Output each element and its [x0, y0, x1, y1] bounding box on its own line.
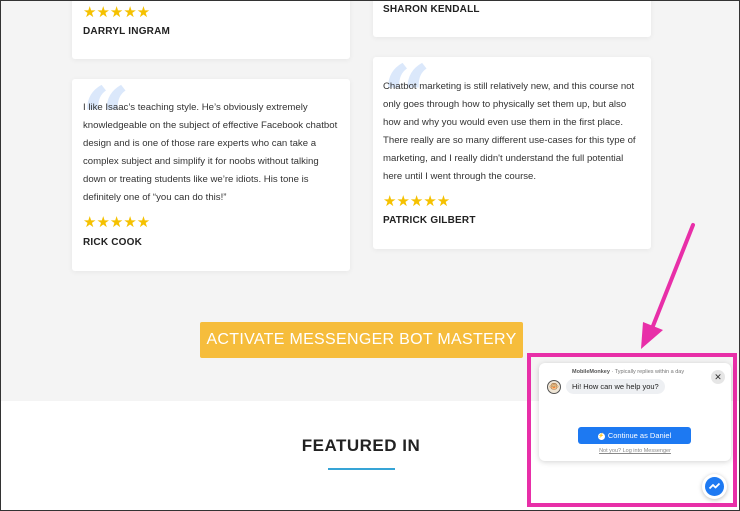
activate-bot-mastery-button[interactable]: ACTIVATE MESSENGER BOT MASTERY: [200, 322, 523, 358]
reply-time: · Typically replies within a day: [609, 369, 685, 375]
messenger-icon: ⚡: [597, 432, 605, 440]
messenger-launcher-button[interactable]: [702, 474, 727, 499]
log-into-messenger-link[interactable]: Not you? Log into Messenger: [539, 448, 731, 454]
greeting-bubble: Hi! How can we help you?: [566, 379, 665, 394]
page-name: MobileMonkey: [572, 369, 610, 375]
testimonial-card-rick: “ I like Isaac’s teaching style. He’s ob…: [72, 77, 350, 271]
continue-label: Continue as Daniel: [607, 431, 672, 440]
testimonial-text: Chatbot marketing is still relatively ne…: [383, 81, 636, 182]
star-rating: ★★★★★: [383, 193, 451, 210]
reviewer-name: SHARON KENDALL: [383, 4, 480, 15]
arrow-annotation: [641, 223, 695, 349]
avatar-icon: 🐵: [547, 380, 561, 394]
reviewer-name: DARRYL INGRAM: [83, 26, 171, 37]
star-rating: ★★★★★: [83, 4, 151, 21]
testimonial-card-sharon: SHARON KENDALL: [373, 1, 651, 37]
featured-underline: [328, 468, 395, 470]
continue-as-button[interactable]: ⚡ Continue as Daniel: [578, 427, 691, 444]
testimonial-text: I like Isaac’s teaching style. He’s obvi…: [83, 102, 338, 203]
chat-header: MobileMonkey · Typically replies within …: [572, 369, 684, 375]
testimonial-card-darryl: ★★★★★ DARRYL INGRAM: [72, 1, 350, 59]
page-frame: ★★★★★ DARRYL INGRAM SHARON KENDALL “ I l…: [0, 0, 740, 511]
reviewer-name: RICK COOK: [83, 237, 143, 248]
star-rating: ★★★★★: [83, 214, 151, 231]
reviewer-name: PATRICK GILBERT: [383, 215, 476, 226]
messenger-icon: [705, 477, 724, 496]
messenger-chat-popup: 🐵 MobileMonkey · Typically replies withi…: [539, 363, 731, 461]
close-icon[interactable]: ✕: [711, 370, 725, 384]
testimonial-card-patrick: “ Chatbot marketing is still relatively …: [373, 55, 651, 249]
